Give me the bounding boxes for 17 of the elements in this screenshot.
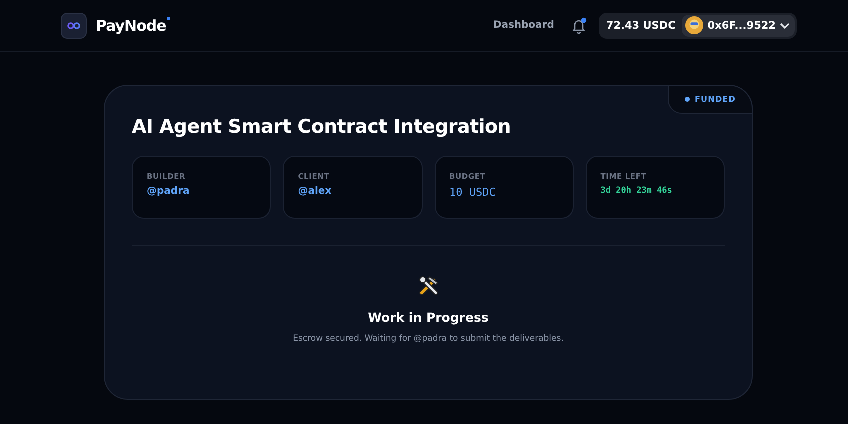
stat-value: 10 USDC (450, 186, 497, 199)
stat-value: @padra (147, 186, 191, 197)
bell-icon[interactable] (570, 16, 588, 34)
status-badge: FUNDED (668, 85, 753, 114)
logo-icon (61, 12, 87, 38)
progress-message: Escrow secured. Waiting for @padra to submit the deliverables. (293, 334, 564, 344)
balance: 72.43 USDC (606, 20, 676, 32)
stat-value: 3d 20h 23m 46s (600, 186, 674, 196)
tools-icon (416, 274, 440, 298)
nav-link[interactable]: Dashboard (493, 20, 554, 31)
stat-value: @alex (298, 186, 333, 197)
brand-name: PayNode (96, 16, 166, 34)
progress-heading: Work in Progress (368, 310, 489, 325)
avatar-icon (684, 16, 704, 35)
chevron-icon (780, 22, 790, 28)
wallet-button[interactable]: 0x6F...9522 (682, 14, 795, 36)
contract-title: AI Agent Smart Contract Integration (132, 116, 512, 138)
